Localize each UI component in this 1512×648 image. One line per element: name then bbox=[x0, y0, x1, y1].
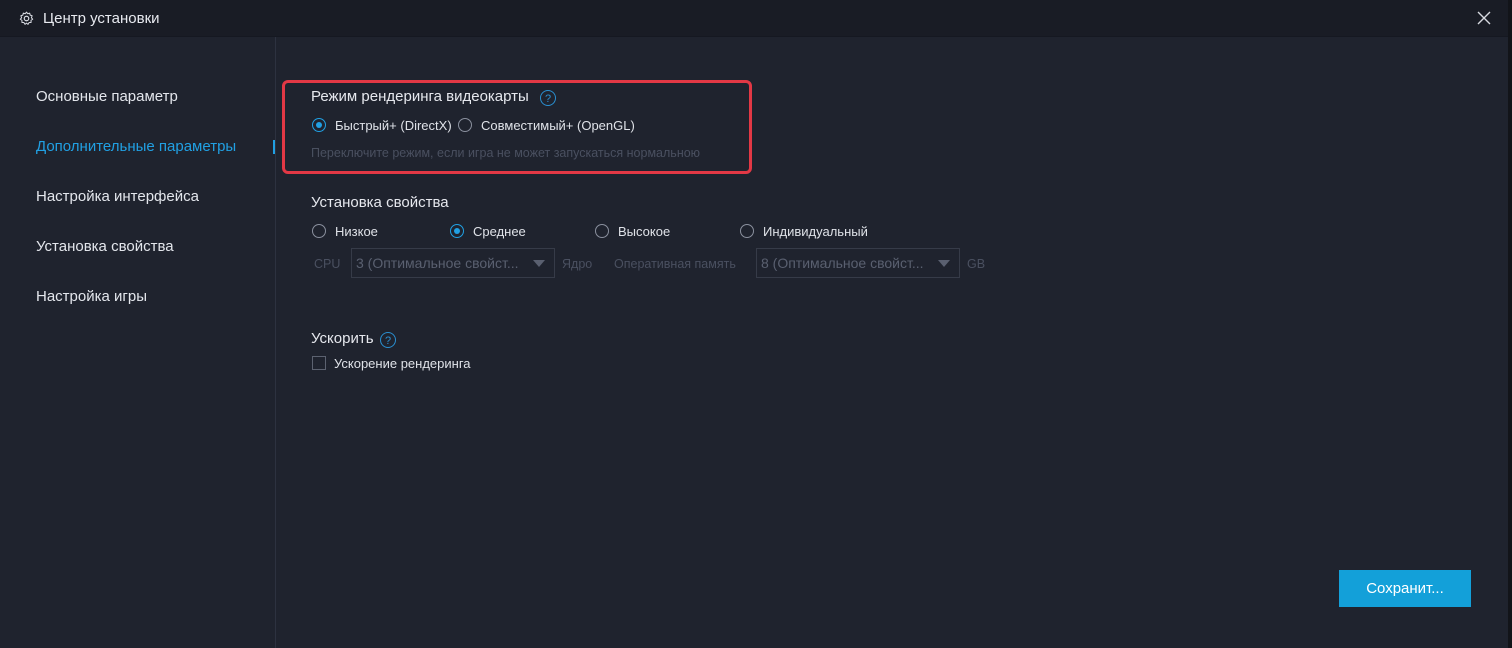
sidebar: Основные параметр Дополнительные парамет… bbox=[0, 37, 276, 648]
radio-medium-label[interactable]: Среднее bbox=[473, 224, 526, 239]
sidebar-item-game[interactable]: Настройка игры bbox=[36, 288, 147, 305]
radio-directx-label[interactable]: Быстрый+ (DirectX) bbox=[335, 118, 452, 133]
radio-directx[interactable] bbox=[312, 118, 326, 132]
gear-icon bbox=[19, 11, 34, 25]
cpu-unit: Ядро bbox=[562, 257, 593, 271]
title-bar: Центр установки bbox=[0, 0, 1508, 37]
chevron-down-icon bbox=[938, 260, 950, 267]
radio-opengl-label[interactable]: Совместимый+ (OpenGL) bbox=[481, 118, 635, 133]
property-title: Установка свойства bbox=[311, 194, 449, 211]
cpu-label: CPU bbox=[314, 257, 341, 271]
render-mode-title: Режим рендеринга видеокарты bbox=[311, 88, 529, 105]
save-button[interactable]: Сохранит... bbox=[1339, 570, 1471, 607]
ram-select: 8 (Оптимальное свойст... bbox=[756, 248, 960, 278]
render-mode-hint: Переключите режим, если игра не может за… bbox=[311, 146, 701, 160]
sidebar-item-basic[interactable]: Основные параметр bbox=[36, 88, 178, 105]
ram-select-value: 8 (Оптимальное свойст... bbox=[761, 255, 924, 271]
sidebar-item-property[interactable]: Установка свойства bbox=[36, 238, 174, 255]
accelerate-title: Ускорить bbox=[311, 330, 374, 347]
window-title: Центр установки bbox=[43, 10, 160, 27]
radio-low[interactable] bbox=[312, 224, 326, 238]
radio-custom[interactable] bbox=[740, 224, 754, 238]
ram-unit: GB bbox=[967, 257, 986, 271]
radio-high[interactable] bbox=[595, 224, 609, 238]
accelerate-help-icon[interactable]: ? bbox=[380, 332, 396, 348]
radio-opengl[interactable] bbox=[458, 118, 472, 132]
chevron-down-icon bbox=[533, 260, 545, 267]
sidebar-item-interface[interactable]: Настройка интерфейса bbox=[36, 188, 199, 205]
close-icon[interactable] bbox=[1476, 10, 1492, 26]
render-acceleration-label[interactable]: Ускорение рендеринга bbox=[334, 356, 471, 371]
radio-medium[interactable] bbox=[450, 224, 464, 238]
cpu-select: 3 (Оптимальное свойст... bbox=[351, 248, 555, 278]
render-mode-help-icon[interactable]: ? bbox=[540, 90, 556, 106]
radio-custom-label[interactable]: Индивидуальный bbox=[763, 224, 868, 239]
ram-label: Оперативная память bbox=[614, 257, 736, 271]
render-acceleration-checkbox[interactable] bbox=[312, 356, 326, 370]
window-edge bbox=[1508, 0, 1512, 648]
radio-low-label[interactable]: Низкое bbox=[335, 224, 378, 239]
radio-high-label[interactable]: Высокое bbox=[618, 224, 670, 239]
sidebar-item-advanced[interactable]: Дополнительные параметры bbox=[36, 138, 236, 155]
active-indicator bbox=[273, 140, 275, 154]
cpu-select-value: 3 (Оптимальное свойст... bbox=[356, 255, 519, 271]
